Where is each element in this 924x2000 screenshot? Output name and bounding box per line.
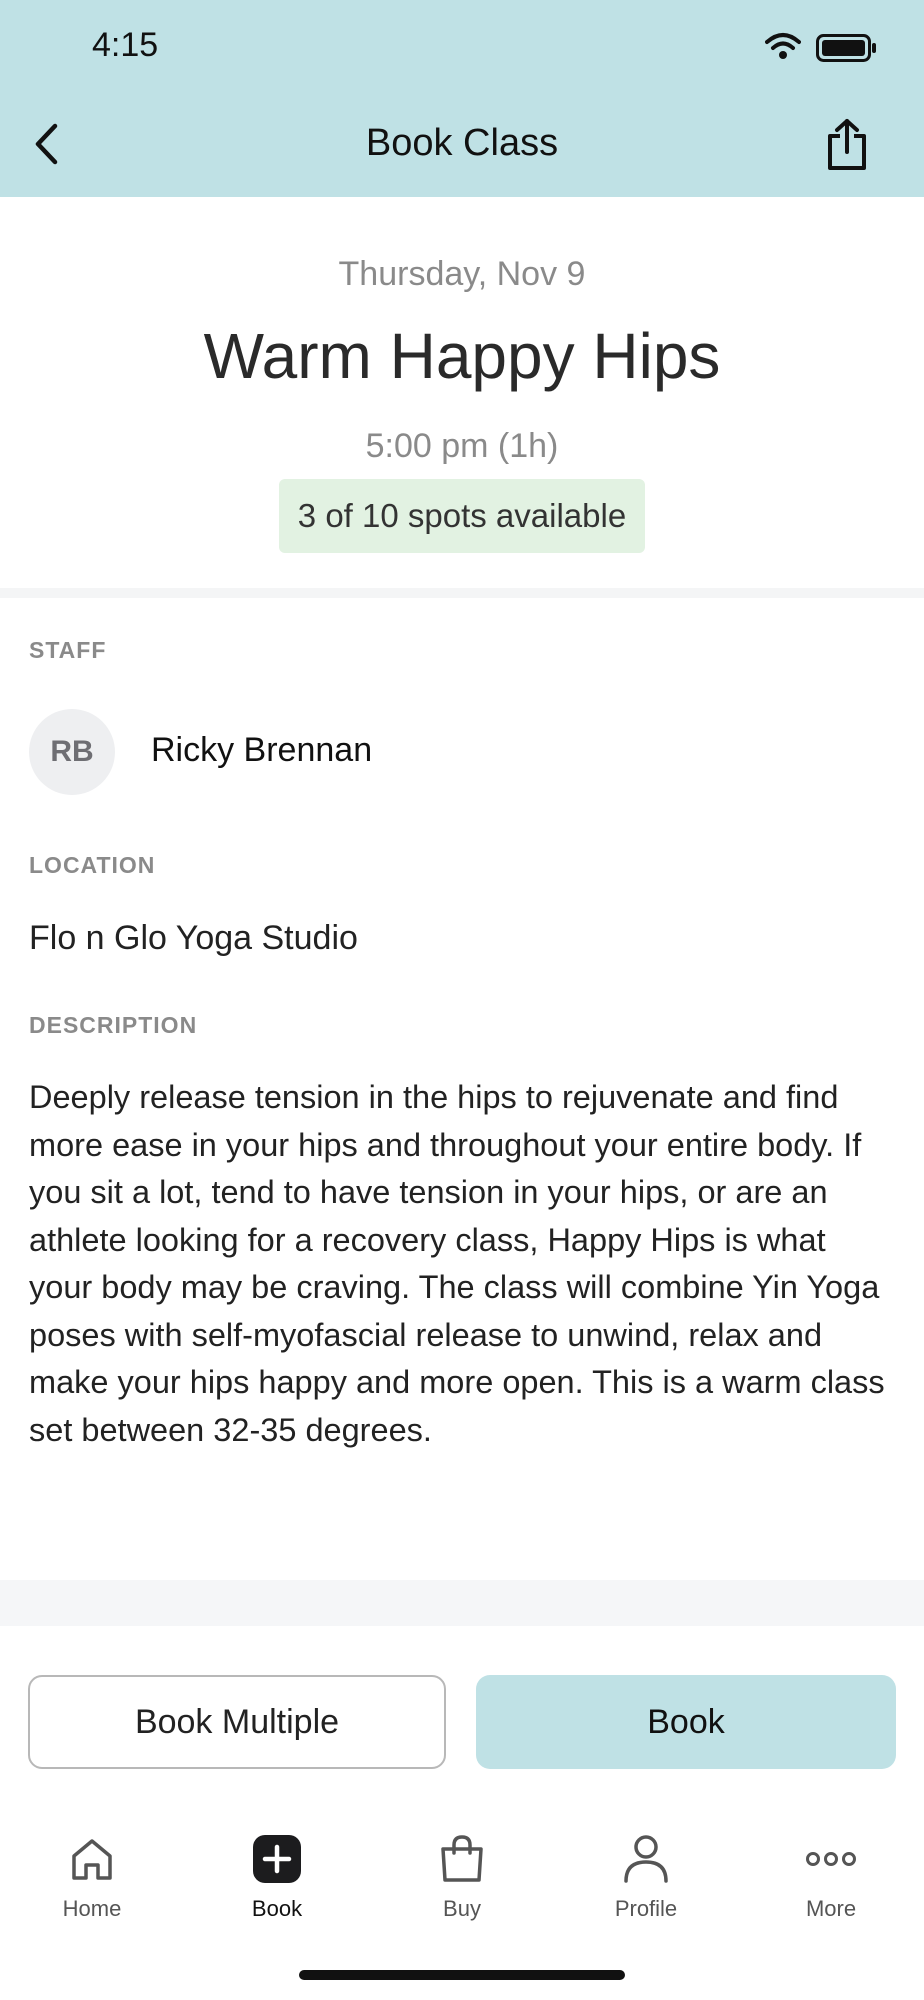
class-date: Thursday, Nov 9 — [338, 255, 586, 293]
status-time: 4:15 — [92, 26, 159, 64]
tab-label: Book — [251, 1896, 303, 1921]
section-divider — [0, 588, 924, 598]
share-button[interactable] — [820, 116, 874, 178]
person-icon — [554, 1831, 738, 1887]
book-multiple-button[interactable]: Book Multiple — [28, 1675, 446, 1769]
class-name: Warm Happy Hips — [203, 320, 721, 392]
more-dots-icon — [739, 1831, 923, 1887]
home-icon — [0, 1831, 184, 1887]
plus-square-icon — [185, 1831, 369, 1887]
tab-label: Profile — [614, 1896, 678, 1921]
staff-name[interactable]: Ricky Brennan — [151, 731, 372, 770]
page-title: Book Class — [365, 122, 559, 164]
home-indicator — [299, 1970, 625, 1980]
wifi-icon — [765, 32, 801, 65]
tab-buy[interactable]: Buy — [370, 1820, 554, 1930]
tab-label: More — [805, 1896, 857, 1921]
class-time: 5:00 pm (1h) — [365, 427, 559, 465]
app-header: 4:15 Book Class — [0, 0, 924, 197]
description-label: DESCRIPTION — [29, 1012, 198, 1038]
tab-profile[interactable]: Profile — [554, 1820, 738, 1930]
tab-label: Buy — [443, 1896, 481, 1921]
battery-icon — [816, 34, 878, 67]
section-divider — [0, 1580, 924, 1626]
class-description: Deeply release tension in the hips to re… — [29, 1079, 885, 1448]
tab-book[interactable]: Book — [185, 1820, 369, 1930]
class-summary: Thursday, Nov 9 Warm Happy Hips 5:00 pm … — [0, 197, 924, 592]
share-icon — [824, 118, 870, 177]
shopping-bag-icon — [370, 1831, 554, 1887]
location-label: LOCATION — [29, 852, 156, 878]
location-name: Flo n Glo Yoga Studio — [29, 919, 358, 957]
tab-bar: Home Book Buy Profile More — [0, 1820, 924, 1940]
tab-home[interactable]: Home — [0, 1820, 184, 1930]
tab-more[interactable]: More — [739, 1820, 923, 1930]
book-button[interactable]: Book — [476, 1675, 896, 1769]
spots-available-badge: 3 of 10 spots available — [279, 479, 645, 553]
staff-label: STAFF — [29, 637, 107, 663]
tab-label: Home — [62, 1896, 122, 1921]
avatar: RB — [29, 709, 115, 795]
